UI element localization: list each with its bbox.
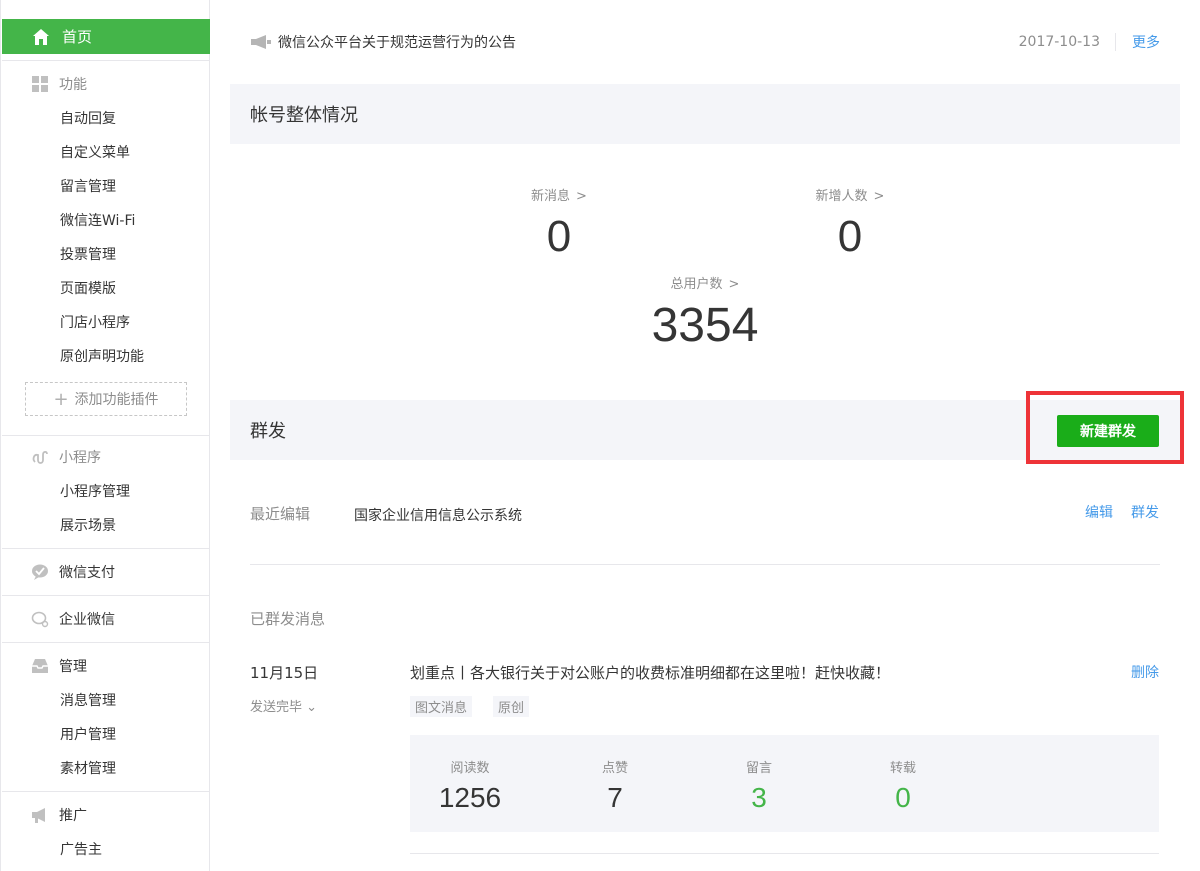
stat-label: 点赞 <box>601 761 628 776</box>
chevron-right-icon: > <box>728 277 740 292</box>
sidebar-item-home[interactable]: 首页 <box>2 19 210 54</box>
sidebar-group-functions: 功能 <box>31 74 87 94</box>
notice-date: 2017-10-13 <box>1018 34 1100 50</box>
notice-bar: 微信公众平台关于规范运营行为的公告 2017-10-13 更多 <box>250 30 1160 54</box>
sidebar-item-wifi[interactable]: 微信连Wi-Fi <box>60 210 135 230</box>
divider <box>2 595 210 596</box>
sidebar-item-work-wechat[interactable]: 企业微信 <box>31 609 115 629</box>
read-count-stat: 阅读数 1256 <box>410 757 530 814</box>
stat-label: 转载 <box>889 761 916 776</box>
miniprogram-icon <box>32 450 48 464</box>
sidebar-item-label: 首页 <box>62 28 93 46</box>
new-messages-stat[interactable]: 新消息 > 0 <box>499 185 619 262</box>
section-title: 帐号整体情况 <box>250 105 358 126</box>
tag-original: 原创 <box>493 696 530 717</box>
like-count-stat: 点赞 7 <box>555 757 675 814</box>
inbox-icon <box>32 659 48 673</box>
add-plugin-button[interactable]: + 添加功能插件 <box>25 382 187 416</box>
broadcast-link[interactable]: 群发 <box>1131 502 1159 522</box>
sidebar-item-vote[interactable]: 投票管理 <box>60 244 116 264</box>
chevron-down-icon: ⌄ <box>306 700 318 715</box>
plus-icon: + <box>53 388 69 410</box>
section-title: 群发 <box>250 421 286 442</box>
stat-value: 0 <box>895 782 911 813</box>
sidebar-item-page-template[interactable]: 页面模版 <box>60 278 116 298</box>
sidebar-item-message-manage[interactable]: 消息管理 <box>60 690 116 710</box>
recent-edit-label: 最近编辑 <box>250 505 311 523</box>
recent-edit-title[interactable]: 国家企业信用信息公示系统 <box>354 505 522 525</box>
group-label: 微信支付 <box>59 565 115 581</box>
divider <box>2 548 210 549</box>
sidebar-item-user-manage[interactable]: 用户管理 <box>60 724 116 744</box>
new-users-stat[interactable]: 新增人数 > 0 <box>785 185 915 262</box>
sidebar-item-display-scene[interactable]: 展示场景 <box>60 515 116 535</box>
grid-icon <box>32 76 48 92</box>
divider <box>410 853 1159 854</box>
delete-link[interactable]: 删除 <box>1131 662 1159 682</box>
work-wechat-icon <box>31 611 49 628</box>
highlight-box <box>1026 391 1184 464</box>
sidebar-item-original-declaration[interactable]: 原创声明功能 <box>60 346 144 366</box>
message-stats-box: 阅读数 1256 点赞 7 留言 3 转载 0 <box>410 735 1159 832</box>
divider <box>2 791 210 792</box>
stat-value: 0 <box>546 212 572 261</box>
chevron-right-icon: > <box>873 189 885 204</box>
group-label: 推广 <box>59 808 87 824</box>
main-content: 微信公众平台关于规范运营行为的公告 2017-10-13 更多 帐号整体情况 新… <box>230 0 1184 871</box>
sidebar-item-wechat-pay[interactable]: 微信支付 <box>31 562 115 582</box>
sidebar-item-auto-reply[interactable]: 自动回复 <box>60 108 116 128</box>
sidebar-group-manage: 管理 <box>31 656 87 676</box>
sidebar-item-custom-menu[interactable]: 自定义菜单 <box>60 142 130 162</box>
sidebar-item-material-manage[interactable]: 素材管理 <box>60 758 116 778</box>
divider <box>2 60 210 61</box>
stat-value: 7 <box>607 782 623 813</box>
message-title[interactable]: 划重点丨各大银行关于对公账户的收费标准明细都在这里啦！赶快收藏！ <box>410 662 890 683</box>
add-plugin-label: 添加功能插件 <box>74 392 159 408</box>
sent-messages-label: 已群发消息 <box>250 610 326 628</box>
home-icon <box>33 28 49 45</box>
message-date: 11月15日 <box>250 664 319 682</box>
stat-label: 新消息 > <box>531 189 587 204</box>
sidebar-item-comments[interactable]: 留言管理 <box>60 176 116 196</box>
sidebar-group-miniprogram: 小程序 <box>31 447 101 467</box>
edit-link[interactable]: 编辑 <box>1085 502 1113 522</box>
stat-value: 0 <box>837 212 863 261</box>
repost-count-stat[interactable]: 转载 0 <box>843 757 963 814</box>
divider <box>1115 33 1116 51</box>
chevron-right-icon: > <box>576 189 587 204</box>
stat-value: 3 <box>751 782 767 813</box>
stat-label: 留言 <box>745 761 772 776</box>
notice-link[interactable]: 微信公众平台关于规范运营行为的公告 <box>278 32 516 52</box>
status-label: 发送完毕 <box>250 700 303 715</box>
sidebar-group-promote: 推广 <box>31 805 87 825</box>
sidebar: 首页 功能 自动回复 自定义菜单 留言管理 微信连Wi-Fi 投票管理 页面模版… <box>0 0 210 871</box>
comment-count-stat[interactable]: 留言 3 <box>699 757 819 814</box>
sidebar-item-advertiser[interactable]: 广告主 <box>60 839 102 859</box>
stat-value: 3354 <box>651 299 759 352</box>
total-users-stat[interactable]: 总用户数 > 3354 <box>630 273 780 353</box>
stat-label: 阅读数 <box>450 761 490 776</box>
divider <box>250 564 1160 565</box>
group-label: 企业微信 <box>59 612 115 628</box>
megaphone-icon <box>251 35 271 49</box>
overview-header: 帐号整体情况 <box>230 84 1180 144</box>
sidebar-item-store-miniprogram[interactable]: 门店小程序 <box>60 312 130 332</box>
wechat-pay-icon <box>32 564 48 580</box>
tag-article: 图文消息 <box>410 696 473 717</box>
group-label: 小程序 <box>59 450 101 466</box>
group-label: 功能 <box>59 77 87 93</box>
stat-value: 1256 <box>438 782 502 813</box>
stat-label: 新增人数 > <box>815 189 885 204</box>
stat-label: 总用户数 > <box>670 277 740 292</box>
message-status-dropdown[interactable]: 发送完毕 ⌄ <box>250 696 317 715</box>
megaphone-icon <box>32 808 45 823</box>
more-link[interactable]: 更多 <box>1132 32 1160 52</box>
group-label: 管理 <box>59 659 87 675</box>
divider <box>2 642 210 643</box>
sidebar-item-miniprogram-manage[interactable]: 小程序管理 <box>60 481 130 501</box>
divider <box>2 435 210 436</box>
